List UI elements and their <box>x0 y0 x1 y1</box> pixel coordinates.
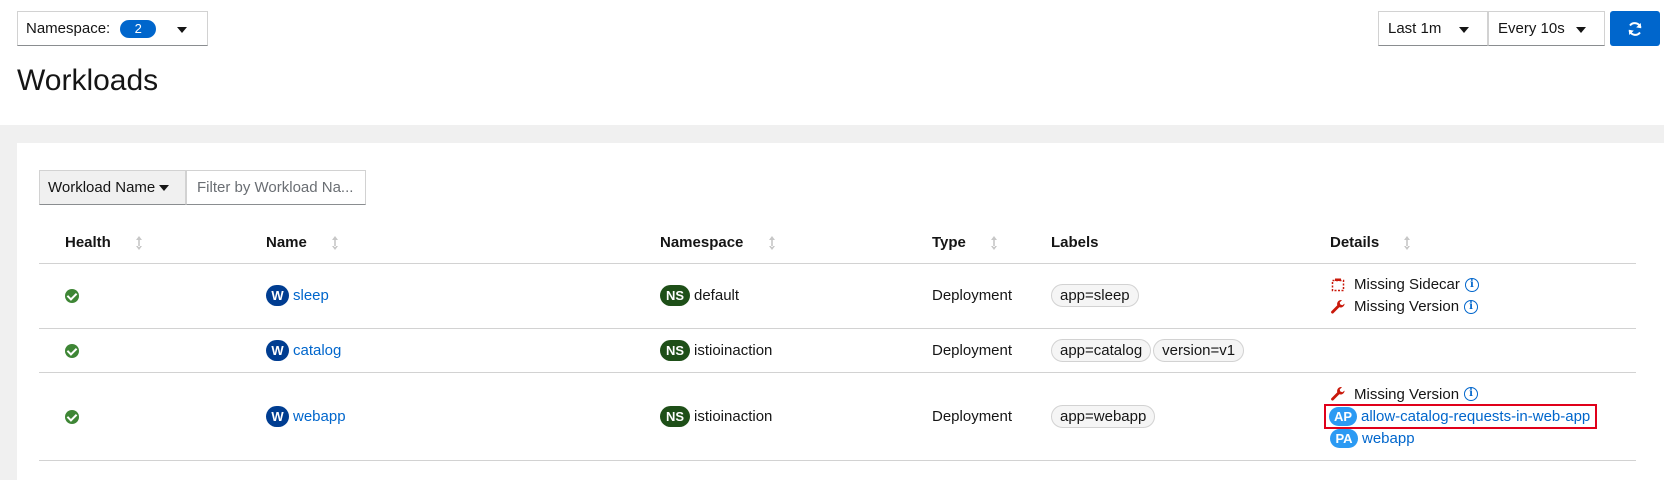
wrench-icon <box>1330 386 1346 402</box>
caret-down-icon <box>1459 27 1469 33</box>
name-cell: Wsleep <box>240 263 634 329</box>
namespace-value: istioinaction <box>694 407 773 425</box>
labels-cell: app=webapp <box>1025 372 1304 461</box>
detail-text: Missing Version <box>1354 298 1460 315</box>
namespace-cell: NS istioinaction <box>634 328 906 373</box>
healthy-check-icon <box>65 409 79 424</box>
duration-value: Last 1m <box>1388 20 1442 37</box>
workload-link[interactable]: webapp <box>293 408 346 425</box>
label-chip: app=catalog <box>1051 338 1152 362</box>
type-cell: Deployment <box>906 372 1025 461</box>
name-cell: Wcatalog <box>240 328 634 373</box>
namespace-badge: NS <box>660 405 690 427</box>
column-header-namespace[interactable]: Namespace <box>634 222 906 264</box>
table-header-row: Health Name Namespace Type Labels Detail… <box>39 222 1636 264</box>
table-row: Wcatalog NS istioinaction Deployment app=… <box>39 328 1636 373</box>
page-title: Workloads <box>17 64 159 97</box>
filter-type-label: Workload Name <box>48 179 156 196</box>
namespace-selector-label: Namespace: <box>26 20 111 37</box>
column-header-health[interactable]: Health <box>39 222 240 264</box>
duration-dropdown[interactable]: Last 1m <box>1378 11 1488 46</box>
column-header-type[interactable]: Type <box>906 222 1025 264</box>
namespace-value: istioinaction <box>694 341 773 359</box>
health-cell <box>39 263 240 329</box>
workload-badge: W <box>266 405 289 427</box>
authorization-policy-link[interactable]: allow-catalog-requests-in-web-app <box>1361 408 1590 425</box>
top-toolbar: Namespace: 2 Last 1m Every 10s Workloads <box>0 0 1664 125</box>
missing-sidecar-icon <box>1330 277 1346 293</box>
type-cell: Deployment <box>906 263 1025 329</box>
health-cell <box>39 372 240 461</box>
sort-icon <box>332 235 339 250</box>
label-chip: app=sleep <box>1051 284 1139 307</box>
refresh-interval-dropdown[interactable]: Every 10s <box>1488 11 1605 46</box>
detail-authorization-policy: AP allow-catalog-requests-in-web-app <box>1324 403 1636 429</box>
authorization-policy-badge: AP <box>1329 406 1357 426</box>
workload-link[interactable]: catalog <box>293 342 341 359</box>
info-icon[interactable]: i <box>1464 299 1479 314</box>
refresh-interval-value: Every 10s <box>1498 20 1565 37</box>
healthy-check-icon <box>65 343 79 358</box>
sync-icon <box>1628 21 1642 36</box>
wrench-icon <box>1330 299 1346 315</box>
detail-text: Missing Sidecar <box>1354 276 1460 293</box>
details-cell <box>1304 328 1636 373</box>
sort-icon <box>991 235 998 250</box>
namespace-value: default <box>694 287 740 304</box>
refresh-button[interactable] <box>1610 11 1660 46</box>
details-cell: Missing Version i AP allow-catalog-reques… <box>1304 372 1636 461</box>
table-row: Wwebapp NS istioinaction Deployment app=w… <box>39 372 1636 461</box>
detail-text: Missing Version <box>1354 385 1460 403</box>
details-cell: Missing Sidecar i Missing Version i <box>1304 263 1636 329</box>
peer-authentication-link[interactable]: webapp <box>1362 430 1415 447</box>
caret-down-icon <box>159 184 170 191</box>
info-icon[interactable]: i <box>1464 387 1479 401</box>
detail-missing-version: Missing Version i <box>1330 296 1636 318</box>
table-row: Wsleep NS default Deployment app=sleep Mi… <box>39 263 1636 329</box>
namespace-cell: NS default <box>634 263 906 329</box>
workloads-table: Health Name Namespace Type Labels Detail… <box>39 222 1636 461</box>
caret-down-icon <box>1576 27 1586 33</box>
namespace-selector[interactable]: Namespace: 2 <box>17 11 208 46</box>
peer-authentication-badge: PA <box>1330 428 1358 448</box>
column-header-name[interactable]: Name <box>240 222 634 264</box>
workload-badge: W <box>266 285 289 306</box>
label-chip: version=v1 <box>1153 338 1245 362</box>
namespace-cell: NS istioinaction <box>634 372 906 461</box>
sort-icon <box>136 235 143 250</box>
type-cell: Deployment <box>906 328 1025 373</box>
workload-badge: W <box>266 339 289 361</box>
healthy-check-icon <box>65 289 79 304</box>
column-header-details[interactable]: Details <box>1304 222 1636 264</box>
detail-peer-authentication: PA webapp <box>1330 427 1636 449</box>
namespace-count-badge: 2 <box>120 19 157 38</box>
labels-cell: app=sleep <box>1025 263 1304 329</box>
sort-icon <box>1404 235 1411 250</box>
caret-down-icon <box>177 27 187 33</box>
info-icon[interactable]: i <box>1464 277 1479 292</box>
detail-missing-version: Missing Version i <box>1330 383 1636 405</box>
health-cell <box>39 328 240 373</box>
highlighted-policy-box: AP allow-catalog-requests-in-web-app <box>1324 403 1598 429</box>
filter-type-dropdown[interactable]: Workload Name <box>39 170 186 205</box>
detail-missing-sidecar: Missing Sidecar i <box>1330 274 1636 296</box>
sort-icon <box>768 235 775 250</box>
filter-input[interactable] <box>186 170 366 205</box>
label-chip: app=webapp <box>1051 404 1156 428</box>
namespace-badge: NS <box>660 339 690 361</box>
namespace-badge: NS <box>660 285 690 306</box>
name-cell: Wwebapp <box>240 372 634 461</box>
labels-cell: app=catalog version=v1 <box>1025 328 1304 373</box>
column-header-labels: Labels <box>1025 222 1304 264</box>
workload-link[interactable]: sleep <box>293 287 329 304</box>
